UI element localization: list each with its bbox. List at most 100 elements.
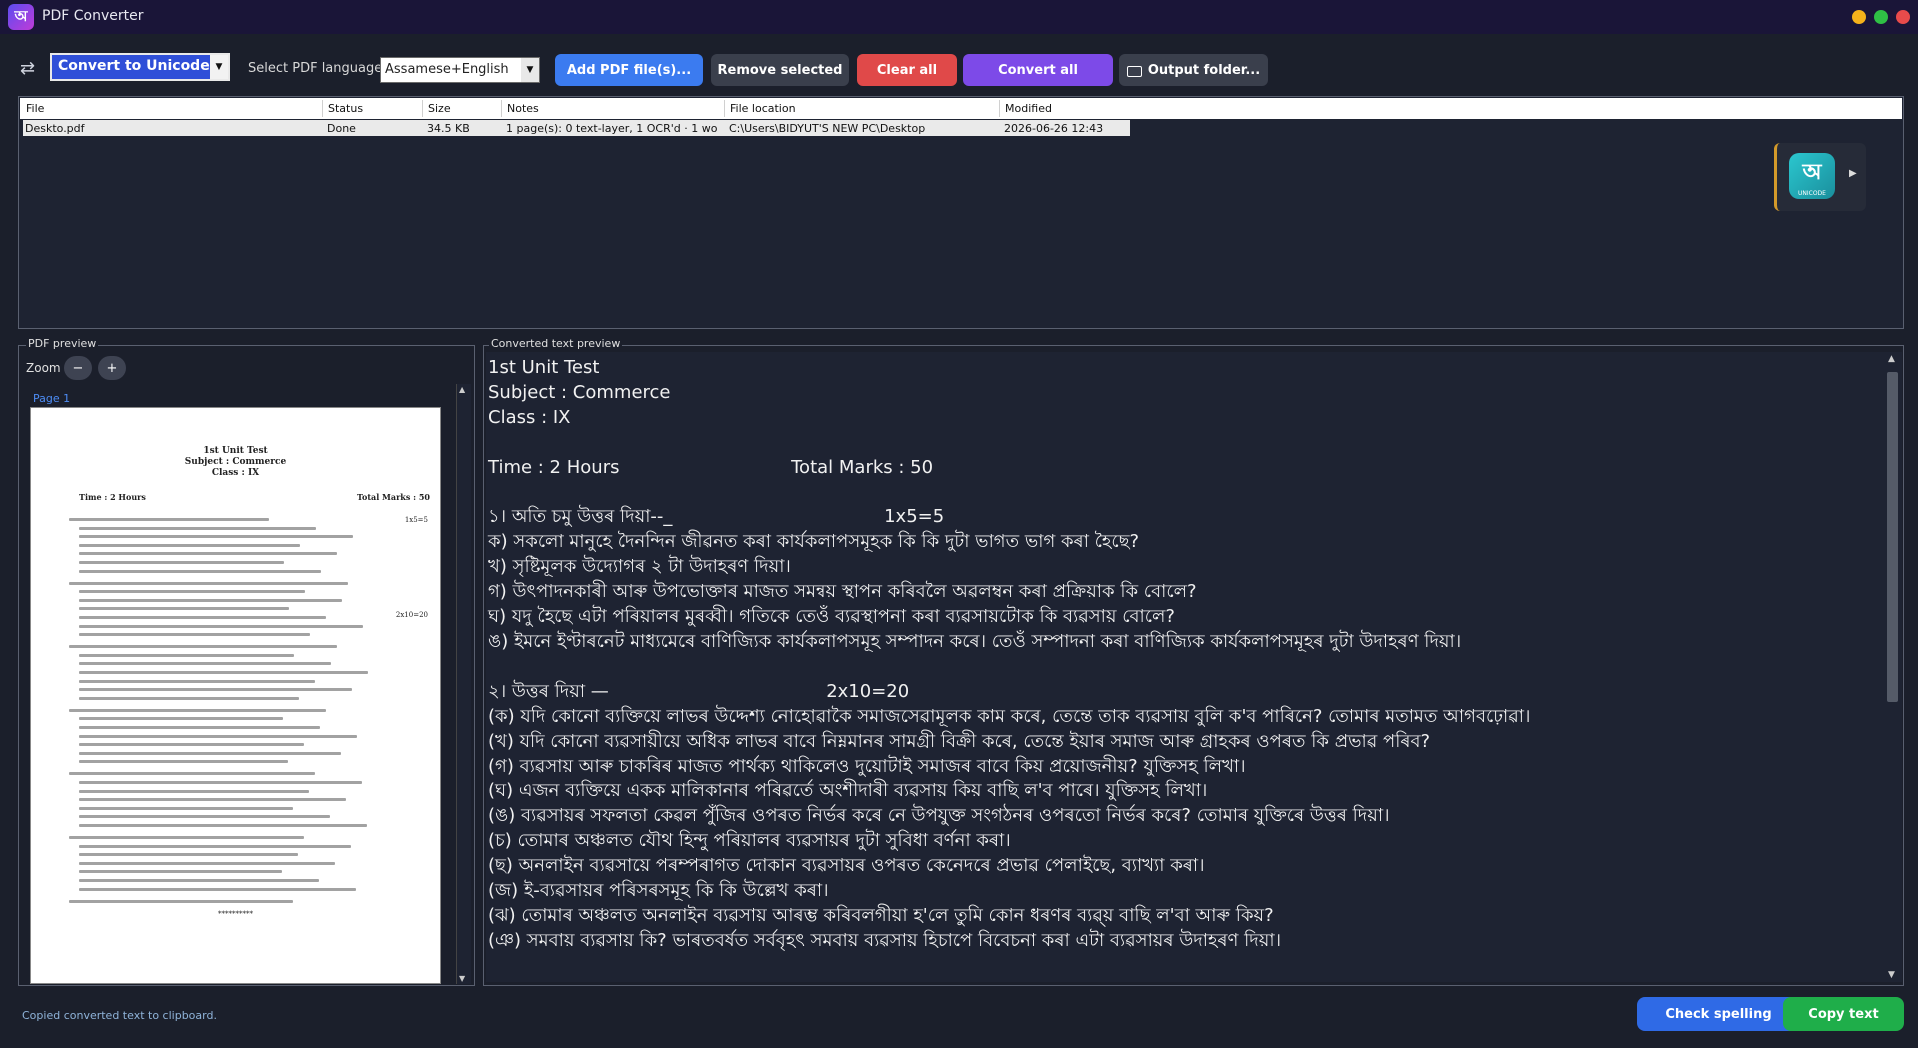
- pdf-text-line: [79, 616, 326, 619]
- pdf-text-line: [79, 543, 300, 547]
- table-row[interactable]: Deskto.pdf Done 34.5 KB 1 page(s): 0 tex…: [23, 120, 1130, 136]
- chevron-down-icon: ▼: [521, 58, 539, 82]
- converted-text-area[interactable]: 1st Unit Test Subject : Commerce Class :…: [486, 352, 1884, 982]
- pdf-text-line: [79, 717, 283, 721]
- clear-all-button[interactable]: Clear all: [857, 54, 957, 86]
- converted-text-legend: Converted text preview: [489, 337, 623, 350]
- unicode-logo-caption: UNICODE: [1798, 190, 1826, 197]
- file-table-header: File Status Size Notes File location Mod…: [20, 98, 1902, 119]
- column-header-modified[interactable]: Modified: [1005, 102, 1052, 115]
- pdf-text-line: [79, 624, 363, 628]
- chevron-down-icon: ▼: [210, 55, 228, 79]
- pdf-text-line: [79, 590, 305, 594]
- pdf-text-line: [79, 653, 294, 657]
- column-divider[interactable]: [999, 100, 1000, 117]
- pdf-text-line: [79, 815, 330, 819]
- scroll-down-icon[interactable]: ▼: [1888, 970, 1895, 980]
- pdf-text-line: [79, 679, 315, 683]
- column-header-size[interactable]: Size: [428, 102, 451, 115]
- pdf-page-title: 1st Unit Test: [203, 446, 268, 456]
- cell-status: Done: [327, 122, 356, 135]
- mode-select[interactable]: Convert to Unicode ▼: [50, 53, 230, 81]
- close-button[interactable]: [1896, 10, 1910, 24]
- pdf-text-line: [79, 861, 335, 865]
- column-divider[interactable]: [422, 100, 423, 117]
- pdf-text-line: [79, 798, 346, 802]
- pdf-page-time: Time : 2 Hours: [79, 492, 146, 502]
- pdf-text-line: [79, 561, 284, 564]
- check-spelling-button[interactable]: Check spelling: [1637, 997, 1800, 1031]
- output-folder-label: Output folder...: [1147, 62, 1261, 78]
- pdf-text-line: [79, 789, 309, 793]
- language-label: Select PDF language:: [248, 61, 387, 76]
- cell-file: Deskto.pdf: [25, 122, 85, 135]
- pdf-text-line: [79, 607, 289, 611]
- pdf-text-line: [79, 844, 351, 848]
- column-divider[interactable]: [501, 100, 502, 117]
- app-logo-icon: অ: [8, 4, 34, 30]
- pdf-page-thumbnail[interactable]: 1st Unit Test Subject : Commerce Class :…: [30, 407, 441, 984]
- copy-text-button[interactable]: Copy text: [1783, 997, 1904, 1031]
- column-divider[interactable]: [724, 100, 725, 117]
- pdf-text-line: [79, 726, 320, 729]
- expand-arrow-icon[interactable]: ▶: [1849, 168, 1857, 179]
- scroll-up-icon[interactable]: ▲: [459, 385, 465, 394]
- app-logo-glyph: অ: [14, 6, 28, 25]
- pdf-preview-legend: PDF preview: [26, 337, 99, 350]
- file-table: File Status Size Notes File location Mod…: [18, 96, 1904, 329]
- pdf-page-marks: Total Marks : 50: [356, 492, 430, 502]
- column-header-location[interactable]: File location: [730, 102, 796, 115]
- converted-text-scrollbar[interactable]: ▲ ▼: [1884, 352, 1902, 982]
- column-header-file[interactable]: File: [26, 102, 44, 115]
- scroll-down-icon[interactable]: ▼: [459, 974, 465, 983]
- page-label: Page 1: [33, 392, 71, 405]
- language-select[interactable]: Assamese+English ▼: [380, 57, 540, 83]
- maximize-button[interactable]: [1874, 10, 1888, 24]
- pdf-text-line: [79, 743, 304, 747]
- pdf-text-line: [79, 552, 337, 556]
- pdf-text-line: [79, 879, 319, 882]
- swap-icon[interactable]: ⇄: [20, 58, 35, 79]
- output-folder-button[interactable]: Output folder...: [1119, 54, 1268, 86]
- pdf-text-line: [69, 836, 304, 839]
- cell-size: 34.5 KB: [427, 122, 470, 135]
- zoom-out-button[interactable]: −: [64, 356, 92, 380]
- minimize-button[interactable]: [1852, 10, 1866, 24]
- pdf-text-line: [79, 751, 341, 755]
- cell-notes: 1 page(s): 0 text-layer, 1 OCR'd · 1 wor…: [506, 122, 718, 135]
- pdf-text-line: [79, 598, 342, 602]
- title-bar: [0, 0, 1918, 34]
- pdf-text-line: [79, 887, 356, 891]
- pdf-text-line: [79, 526, 316, 530]
- pdf-text-line: [69, 645, 337, 649]
- pdf-text-line: [79, 633, 310, 637]
- unicode-logo-icon[interactable]: অ UNICODE: [1789, 153, 1835, 199]
- column-header-notes[interactable]: Notes: [507, 102, 539, 115]
- pdf-text-line: [79, 688, 352, 692]
- unicode-widget[interactable]: অ UNICODE ▶: [1774, 143, 1866, 211]
- pdf-page-subject: Subject : Commerce: [184, 457, 287, 467]
- zoom-in-button[interactable]: +: [98, 356, 126, 380]
- scroll-up-icon[interactable]: ▲: [1888, 354, 1895, 364]
- pdf-text-line: [69, 708, 326, 712]
- pdf-page-end-mark: **********: [218, 910, 253, 918]
- pdf-text-line: [69, 518, 269, 521]
- pdf-page-class: Class : IX: [211, 468, 260, 478]
- column-divider[interactable]: [322, 100, 323, 117]
- unicode-logo-glyph: অ: [1802, 160, 1822, 185]
- pdf-text-line: [79, 806, 293, 810]
- pdf-preview-scrollbar[interactable]: ▲ ▼: [456, 384, 471, 984]
- pdf-page-q1-marks: 1x5=5: [404, 516, 428, 524]
- pdf-text-line: [79, 696, 299, 700]
- convert-all-button[interactable]: Convert all: [963, 54, 1113, 86]
- add-pdf-button[interactable]: Add PDF file(s)...: [555, 54, 703, 86]
- status-message: Copied converted text to clipboard.: [22, 1009, 217, 1022]
- pdf-text-line: [79, 535, 353, 539]
- remove-selected-button[interactable]: Remove selected: [711, 54, 849, 86]
- zoom-label: Zoom: [26, 361, 61, 375]
- pdf-text-line: [79, 853, 298, 857]
- cell-location: C:\Users\BIDYUT'S NEW PC\Desktop: [729, 122, 926, 135]
- column-header-status[interactable]: Status: [328, 102, 363, 115]
- scrollbar-thumb[interactable]: [1887, 372, 1898, 702]
- pdf-text-line: [79, 569, 321, 573]
